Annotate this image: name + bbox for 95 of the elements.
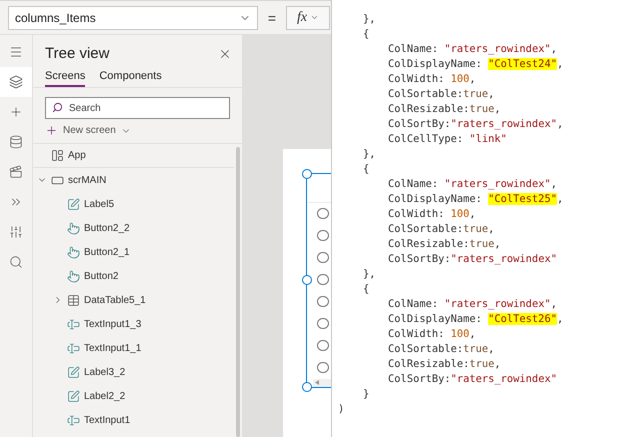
rail-button[interactable] (0, 67, 32, 97)
code-line: { (362, 282, 370, 297)
tree-item-label: TextInput1_3 (84, 318, 142, 330)
tree-item-label: TextInput1_1 (84, 342, 142, 354)
table-icon (67, 294, 80, 306)
tree-item-label: Label5 (84, 198, 114, 210)
code-line: ColCellType: "link" (387, 132, 508, 147)
code-line: ColDisplayName: "ColTest25", (387, 192, 564, 207)
radio-button[interactable] (317, 208, 329, 220)
resize-handle[interactable] (302, 169, 312, 179)
panel-title: Tree view (45, 45, 110, 62)
code-line: ColSortable:true, (387, 87, 496, 102)
tree-item[interactable]: Button2 (33, 264, 234, 288)
media-icon (9, 165, 23, 179)
scrollbar[interactable] (236, 147, 240, 437)
radio-button[interactable] (317, 340, 329, 352)
code-line: ColSortBy:"raters_rowindex", (387, 117, 564, 132)
tree-item[interactable]: Label2_2 (33, 384, 234, 408)
radio-button[interactable] (317, 252, 329, 264)
code-line: ColName: "raters_rowindex", (387, 297, 558, 312)
tab[interactable]: Screens (45, 70, 86, 87)
plus-icon (45, 124, 58, 137)
sliders-icon (9, 225, 23, 239)
code-line: { (362, 162, 370, 177)
layers-icon (9, 75, 23, 89)
tree-item[interactable]: Button2_2 (33, 216, 234, 240)
tree-item-label: scrMAIN (68, 174, 106, 186)
button-icon (67, 270, 80, 282)
tree-item[interactable]: Label5 (33, 192, 234, 216)
tree-item[interactable]: TextInput1_3 (33, 312, 234, 336)
code-line: ColSortable:true, (387, 342, 496, 357)
property-name: columns_Items (15, 10, 96, 24)
code-line: }, (362, 147, 377, 162)
tab[interactable]: Components (99, 70, 162, 87)
text-input-icon (67, 318, 80, 330)
radio-button[interactable] (317, 274, 329, 286)
tree-item-label: App (68, 150, 86, 161)
new-screen-button[interactable]: New screen (45, 124, 131, 137)
code-line: ColName: "raters_rowindex", (387, 177, 558, 192)
button-icon (67, 246, 80, 258)
chevron-down-icon (310, 13, 320, 22)
tree-item[interactable]: scrMAIN (33, 168, 234, 192)
equals-sign: = (266, 10, 278, 26)
radio-button[interactable] (317, 230, 329, 242)
code-line: }, (362, 12, 377, 27)
resize-handle[interactable] (302, 382, 312, 392)
search-icon (9, 255, 23, 269)
search-icon (52, 102, 63, 113)
plus-icon (9, 105, 23, 119)
code-line: ColDisplayName: "ColTest26", (387, 312, 564, 327)
app-icon (51, 149, 64, 162)
code-line: ColName: "raters_rowindex", (387, 42, 558, 57)
code-line: } (362, 387, 370, 402)
code-line: ColSortable:true, (387, 222, 496, 237)
function-button[interactable]: fx (286, 6, 330, 30)
tree-item[interactable]: TextInput1_1 (33, 336, 234, 360)
code-line: ) (338, 402, 346, 417)
code-line: ColResizable:true, (387, 102, 502, 117)
tree-item-label: Label2_2 (84, 390, 126, 402)
resize-handle[interactable] (302, 275, 312, 285)
label-icon (67, 390, 80, 402)
tree-item[interactable]: DataTable5_1 (33, 288, 234, 312)
search-field[interactable]: Search (45, 97, 230, 119)
code-line: ColDisplayName: "ColTest24", (387, 57, 564, 72)
radio-button[interactable] (317, 296, 329, 308)
tree-item-label: DataTable5_1 (84, 294, 146, 306)
code-line: { (362, 27, 370, 42)
text-input-icon (67, 342, 80, 354)
property-dropdown[interactable]: columns_Items (8, 6, 258, 30)
code-line: ColSortBy:"raters_rowindex" (387, 372, 558, 387)
text-input-icon (67, 414, 80, 426)
radio-button[interactable] (317, 318, 329, 330)
code-line: }, (362, 267, 377, 282)
tree-item-label: Button2_2 (84, 222, 130, 234)
tree-item-label: Label3_2 (84, 366, 126, 378)
tree-item-label: Button2_1 (84, 246, 130, 258)
code-line: ColResizable:true, (387, 237, 502, 252)
code-line: ColWidth: 100, (387, 72, 477, 87)
code-line: ColWidth: 100, (387, 207, 477, 222)
label-icon (67, 198, 80, 210)
tree-item-label: TextInput1 (84, 414, 130, 426)
label-icon (67, 366, 80, 378)
code-line: ColSortBy:"raters_rowindex" (387, 252, 558, 267)
code-line: ColWidth: 100, (387, 327, 477, 342)
code-line: ColResizable:true, (387, 357, 502, 372)
tree-item[interactable]: TextInput1 (33, 408, 234, 432)
tree-item[interactable]: Label3_2 (33, 360, 234, 384)
database-icon (9, 135, 23, 149)
tree-item-label: Button2 (84, 270, 118, 282)
tree-item[interactable]: Button2_1 (33, 240, 234, 264)
radio-button[interactable] (317, 362, 329, 373)
menu-icon (9, 45, 23, 59)
horizontal-scrollbar[interactable] (313, 378, 331, 387)
button-icon (67, 222, 80, 234)
scroll-left-icon[interactable] (315, 380, 319, 386)
